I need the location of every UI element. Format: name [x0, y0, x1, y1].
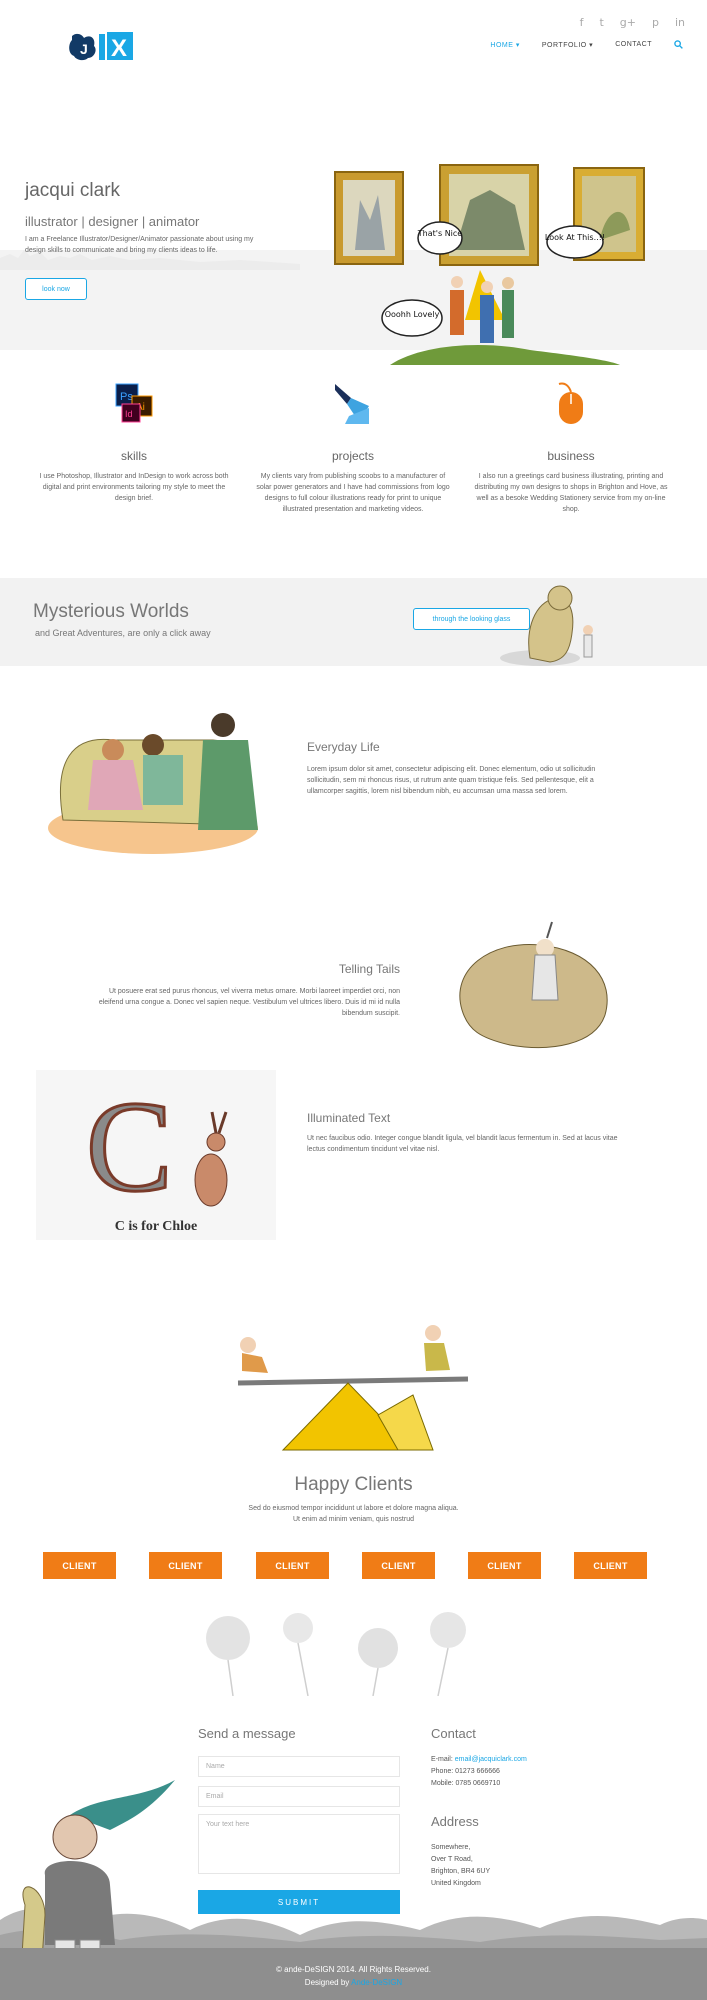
- cat-illustration: [459, 921, 608, 1048]
- name-field[interactable]: Name: [198, 1756, 400, 1777]
- bubble-thats-nice: That's Nice: [417, 229, 463, 238]
- email-link[interactable]: email@jacquiclark.com: [455, 1756, 527, 1763]
- section-text-illuminated-text: Ut nec faucibus odio. Integer congue bla…: [307, 1135, 618, 1153]
- look-now-button[interactable]: look now: [25, 278, 87, 300]
- clients-text-line1: Sed do eiusmod tempor incididunt ut labo…: [248, 1505, 459, 1512]
- contact-mobile: Mobile: 0785 0669710: [431, 1780, 501, 1787]
- email-label: E-mail:: [431, 1756, 455, 1763]
- clients-title: Happy Clients: [294, 1474, 413, 1495]
- section-text-telling-tails: Ut posuere erat sed purus rhoncus, vel v…: [98, 988, 400, 1017]
- bubble-look-at-this: Look At This..!!: [545, 233, 605, 242]
- banner-subtitle: and Great Adventures, are only a click a…: [35, 628, 211, 638]
- feature-text: I use Photoshop, Illustrator and InDesig…: [39, 473, 229, 502]
- feature-title: projects: [331, 449, 375, 463]
- main-nav: HOME ▾ PORTFOLIO ▾ CONTACT: [490, 40, 683, 49]
- linkedin-icon[interactable]: in: [675, 16, 685, 29]
- svg-text:C is for Chloe: C is for Chloe: [115, 1219, 198, 1234]
- footer-text: © ande-DeSIGN 2014. All Rights Reserved.…: [0, 1963, 707, 1989]
- nav-portfolio-label: PORTFOLIO: [541, 41, 587, 49]
- contact-details: E-mail: email@jacquiclark.com Phone: 012…: [431, 1754, 527, 1790]
- svg-text:X: X: [111, 35, 127, 62]
- client-button[interactable]: CLIENT: [574, 1552, 647, 1579]
- nav-home[interactable]: HOME ▾: [490, 41, 519, 49]
- feature-text: My clients vary from publishing scoobs t…: [256, 473, 450, 513]
- contact-email-row: E-mail: email@jacquiclark.com: [431, 1754, 527, 1766]
- svg-text:J: J: [80, 41, 88, 57]
- address-line: Somewhere,: [431, 1844, 471, 1851]
- designer-link[interactable]: Ande-DeSIGN: [351, 1978, 402, 1987]
- illuminated-letter-illustration: C C is for Chloe: [36, 1070, 276, 1240]
- feature-business: business I also run a greetings card bus…: [471, 382, 671, 515]
- client-button[interactable]: CLIENT: [149, 1552, 222, 1579]
- client-button[interactable]: CLIENT: [256, 1552, 329, 1579]
- clients-text-line2: Ut enim ad minim veniam, quis nostrud: [293, 1516, 414, 1523]
- social-links: f t g+ p in: [580, 16, 685, 29]
- client-button[interactable]: CLIENT: [362, 1552, 435, 1579]
- site-logo[interactable]: J X: [66, 28, 136, 64]
- hero-roles: illustrator | designer | animator: [25, 214, 200, 229]
- adobe-apps-icon: Ps Ai Id: [115, 383, 153, 423]
- svg-text:Look At This..!!: Look At This..!!: [545, 233, 605, 242]
- hero-description: I am a Freelance Illustrator/Designer/An…: [25, 236, 254, 254]
- seesaw-illustration: [237, 1325, 469, 1451]
- nav-contact[interactable]: CONTACT: [615, 41, 652, 48]
- copyright: © ande-DeSIGN 2014. All Rights Reserved.: [276, 1965, 431, 1974]
- contact-title: Contact: [431, 1726, 476, 1741]
- message-textarea[interactable]: Your text here: [198, 1814, 400, 1874]
- chevron-down-icon: ▾: [515, 41, 520, 49]
- email-field[interactable]: Email: [198, 1786, 400, 1807]
- svg-text:Id: Id: [125, 409, 133, 419]
- twitter-icon[interactable]: t: [599, 16, 603, 29]
- svg-text:That's Nice: That's Nice: [417, 229, 463, 238]
- designed-by-label: Designed by: [304, 1978, 352, 1987]
- section-title-everyday-life: Everyday Life: [307, 740, 380, 754]
- pinterest-icon[interactable]: p: [652, 16, 659, 29]
- client-button[interactable]: CLIENT: [43, 1552, 116, 1579]
- illuminated-caption: C is for Chloe: [115, 1219, 198, 1234]
- feature-text: I also run a greetings card business ill…: [474, 473, 668, 513]
- everyday-life-illustration: [48, 713, 258, 854]
- search-icon[interactable]: [674, 40, 683, 49]
- section-title-telling-tails: Telling Tails: [338, 962, 400, 976]
- bear-illustration: [500, 585, 593, 666]
- feature-skills: Ps Ai Id skills I use Photoshop, Illustr…: [34, 382, 234, 504]
- nav-home-label: HOME: [490, 41, 514, 49]
- address-title: Address: [431, 1814, 479, 1829]
- feature-projects: projects My clients vary from publishing…: [253, 382, 453, 515]
- chevron-down-icon: ▾: [589, 41, 594, 49]
- feature-title: skills: [121, 449, 147, 463]
- google-plus-icon[interactable]: g+: [620, 16, 636, 29]
- mouse-icon: [558, 382, 583, 424]
- client-button[interactable]: CLIENT: [468, 1552, 541, 1579]
- section-text-everyday-life: Lorem ipsum dolor sit amet, consectetur …: [307, 766, 596, 795]
- pen-nib-icon: [335, 384, 369, 424]
- address-line: Over T Road,: [431, 1856, 473, 1863]
- section-title-illuminated-text: Illuminated Text: [307, 1111, 391, 1125]
- flowers-illustration: [206, 1612, 466, 1696]
- svg-text:C: C: [86, 1075, 173, 1219]
- bubble-ooohh-lovely: Ooohh Lovely: [385, 310, 440, 319]
- svg-text:Ooohh Lovely: Ooohh Lovely: [385, 310, 440, 319]
- contact-phone: Phone: 01273 666666: [431, 1768, 500, 1775]
- nav-portfolio[interactable]: PORTFOLIO ▾: [542, 41, 593, 49]
- designed-by-row: Designed by Ande-DeSIGN: [0, 1976, 707, 1989]
- feature-title: business: [547, 449, 595, 463]
- address-line: Brighton, BR4 6UY: [431, 1868, 491, 1875]
- send-message-title: Send a message: [198, 1726, 296, 1741]
- banner-title: Mysterious Worlds: [33, 601, 189, 622]
- svg-text:Ps: Ps: [120, 391, 133, 403]
- gallery-illustration: That's Nice Look At This..!! Ooohh Lovel…: [334, 164, 645, 365]
- facebook-icon[interactable]: f: [580, 16, 584, 29]
- hero-name: jacqui clark: [25, 180, 121, 201]
